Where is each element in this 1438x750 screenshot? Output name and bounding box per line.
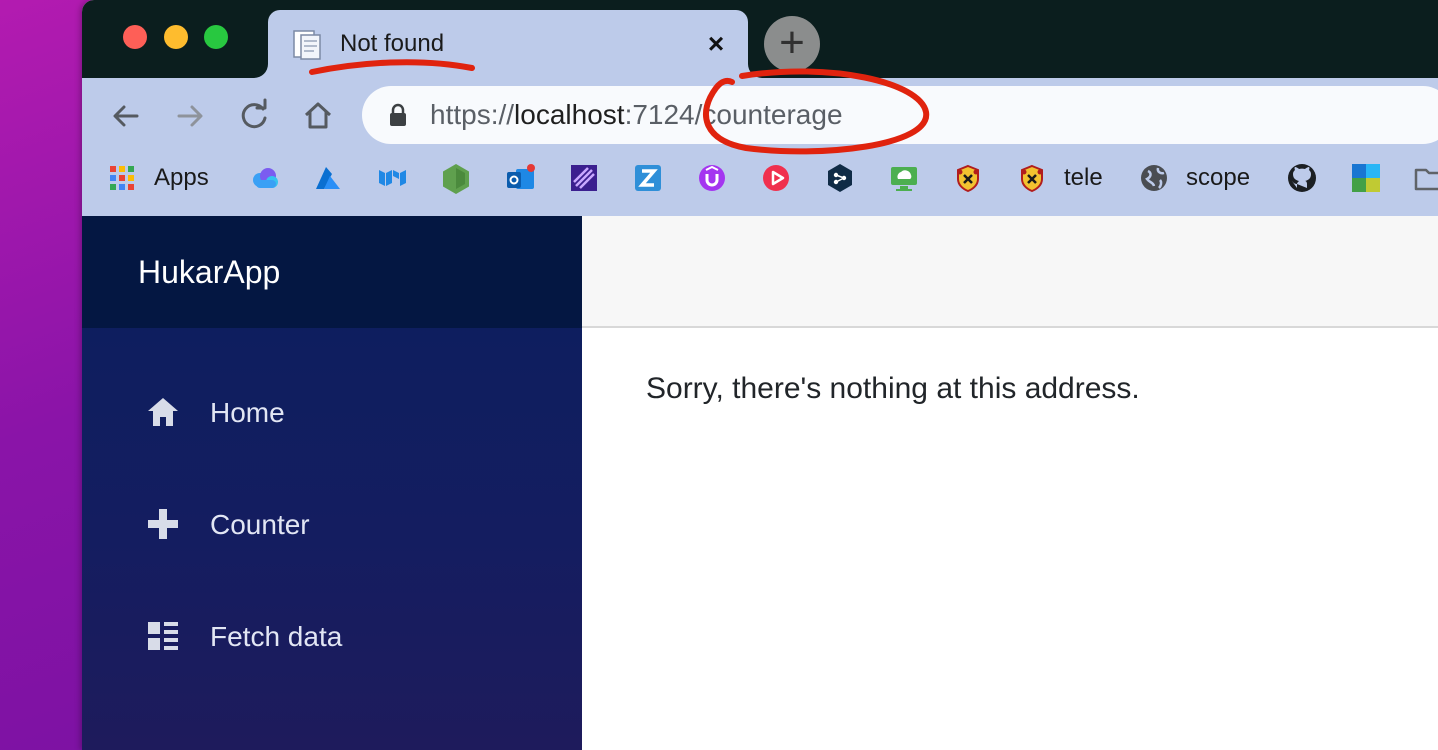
bookmark-github[interactable] xyxy=(1286,158,1318,198)
back-arrow-icon[interactable] xyxy=(104,94,148,138)
bookmark-mui[interactable] xyxy=(376,158,408,198)
new-tab-button[interactable]: + xyxy=(764,16,820,72)
zotero-icon xyxy=(635,165,661,191)
home-icon xyxy=(148,398,178,426)
tab-title: Not found xyxy=(340,30,445,57)
outlook-icon xyxy=(507,164,535,189)
crest-icon xyxy=(957,164,979,193)
nav-item-fetch-data[interactable]: Fetch data xyxy=(138,610,538,660)
bookmark-label: Apps xyxy=(154,164,209,191)
nav-item-counter[interactable]: Counter xyxy=(138,498,538,548)
bookmark-tele[interactable]: tele xyxy=(1016,158,1103,198)
cloud-icon xyxy=(253,168,278,188)
azure-icon xyxy=(316,167,340,189)
bookmark-udemy[interactable] xyxy=(696,158,728,198)
not-found-message: Sorry, there's nothing at this address. xyxy=(646,372,1140,405)
microsoft-icon xyxy=(1352,164,1380,192)
bookmark-apps[interactable]: Apps xyxy=(106,158,209,198)
bookmark-microsoft[interactable] xyxy=(1350,158,1382,198)
github-icon xyxy=(1288,164,1316,192)
folder-icon xyxy=(1414,168,1438,191)
brand-title[interactable]: HukarApp xyxy=(138,254,280,291)
mui-icon xyxy=(379,170,406,186)
forward-arrow-icon[interactable] xyxy=(168,94,212,138)
tab-not-found[interactable]: Not found × xyxy=(254,10,762,78)
lock-icon[interactable] xyxy=(388,103,408,127)
bookmark-azure[interactable] xyxy=(312,158,344,198)
bookmark-folder[interactable] xyxy=(1414,158,1438,198)
url-path: :7124/counterage xyxy=(624,99,843,130)
bookmark-scope[interactable]: scope xyxy=(1138,158,1250,198)
reload-icon[interactable] xyxy=(232,94,276,138)
url-host: localhost xyxy=(514,99,625,130)
top-row xyxy=(582,216,1438,328)
plus-icon xyxy=(148,509,178,539)
bookmark-crest[interactable] xyxy=(952,158,984,198)
udemy-icon xyxy=(699,165,725,191)
minimize-window-button[interactable] xyxy=(164,25,188,49)
sidebar: HukarApp Home Counter Fetch data xyxy=(82,216,582,750)
remote-desktop-icon xyxy=(891,167,917,191)
nav-label: Home xyxy=(210,397,285,428)
tab-close-icon[interactable]: × xyxy=(700,28,732,60)
bookmark-visual-studio[interactable] xyxy=(568,158,600,198)
home-icon[interactable] xyxy=(296,94,340,138)
bookmark-remote-desktop[interactable] xyxy=(888,158,920,198)
brand-bar: HukarApp xyxy=(82,216,582,328)
document-icon xyxy=(293,30,321,60)
apps-grid-icon xyxy=(110,166,134,190)
bookmark-label: scope xyxy=(1186,164,1251,191)
deepl-icon xyxy=(828,164,852,192)
main-content: Sorry, there's nothing at this address. xyxy=(582,216,1438,750)
list-icon xyxy=(148,622,178,650)
maximize-window-button[interactable] xyxy=(204,25,228,49)
bookmark-zotero[interactable] xyxy=(632,158,664,198)
tab-strip: Not found × + xyxy=(82,0,1438,78)
bookmarks-bar: Apps tele scope xyxy=(82,158,1438,198)
url-text[interactable]: https://localhost:7124/counterage xyxy=(430,99,843,131)
address-bar[interactable]: https://localhost:7124/counterage xyxy=(362,86,1438,144)
bookmark-cloud[interactable] xyxy=(248,158,280,198)
close-window-button[interactable] xyxy=(123,25,147,49)
url-scheme: https:// xyxy=(430,99,515,130)
nav-item-home[interactable]: Home xyxy=(138,386,538,436)
browser-window: Not found × + https://localhost:7124/cou… xyxy=(82,0,1438,750)
nav-label: Counter xyxy=(210,509,310,540)
visual-studio-icon xyxy=(571,165,597,191)
nodejs-icon xyxy=(443,164,469,194)
bookmark-outlook[interactable] xyxy=(504,158,536,198)
bookmark-label: tele xyxy=(1064,164,1103,191)
browser-toolbar: https://localhost:7124/counterage Apps te… xyxy=(82,78,1438,216)
video-play-icon xyxy=(763,165,789,191)
globe-icon xyxy=(1141,165,1167,191)
nav-label: Fetch data xyxy=(210,621,343,652)
crest-icon xyxy=(1021,164,1043,193)
bookmark-video-play[interactable] xyxy=(760,158,792,198)
bookmark-nodejs[interactable] xyxy=(440,158,472,198)
bookmark-deepl[interactable] xyxy=(824,158,856,198)
